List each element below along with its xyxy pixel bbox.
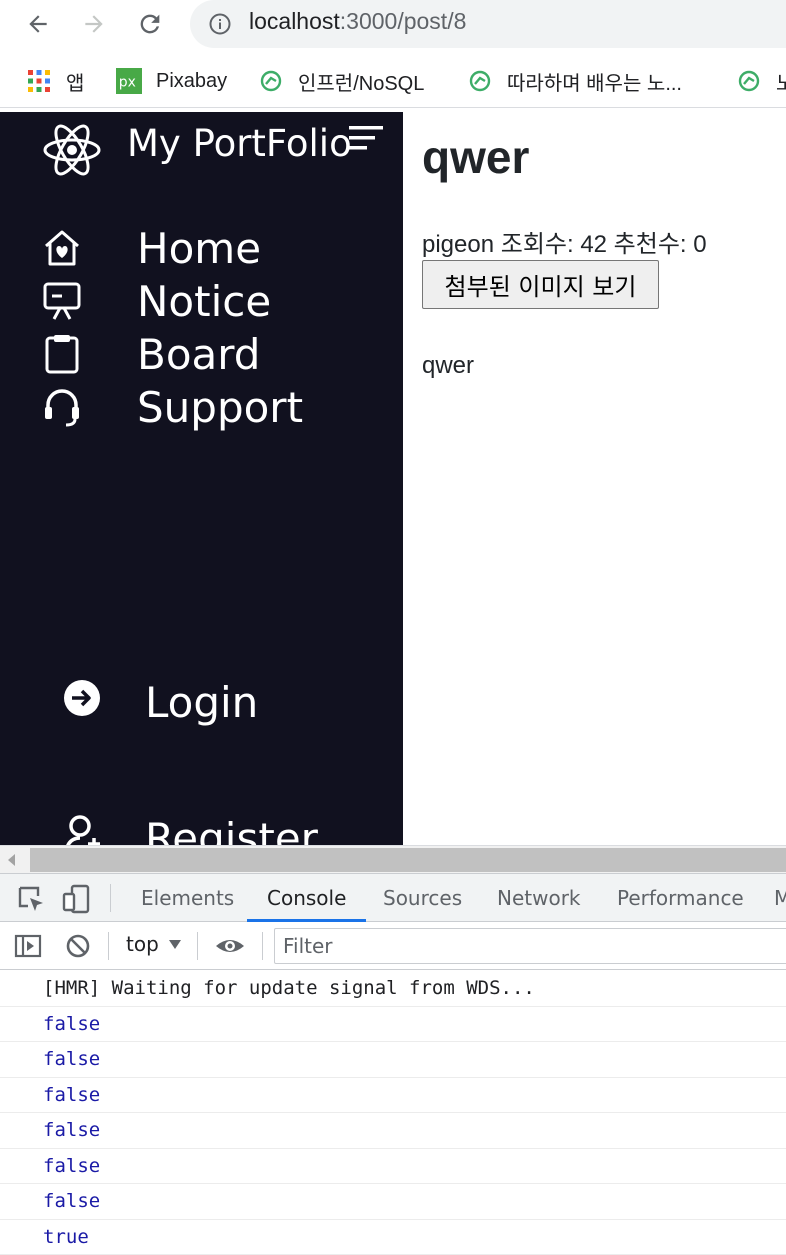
bookmark-inflearn-nosql[interactable]: 인프런/NoSQL — [258, 66, 424, 96]
devtools-tabbar: Elements Console Sources Network Perform… — [0, 874, 786, 922]
inflearn-icon — [467, 68, 493, 94]
console-message[interactable]: false — [0, 1007, 786, 1043]
inflearn-icon — [258, 68, 284, 94]
console-message[interactable]: false — [0, 1042, 786, 1078]
browser-toolbar: localhost:3000/post/8 — [0, 0, 786, 50]
bookmark-label: 인프런/NoSQL — [298, 67, 424, 96]
tab-network[interactable]: Network — [497, 874, 581, 922]
scroll-left-arrow[interactable] — [8, 854, 15, 866]
register-link[interactable]: Register — [0, 814, 403, 845]
sidebar: My PortFolio Home Notice — [0, 112, 403, 845]
sign-in-icon — [62, 678, 102, 718]
dropdown-caret-icon — [169, 940, 181, 949]
live-expression-eye-icon[interactable] — [214, 932, 246, 960]
bookmark-label: 앱 — [66, 67, 84, 96]
info-icon[interactable] — [208, 12, 232, 36]
filter-input[interactable] — [283, 933, 783, 959]
headset-icon — [42, 387, 82, 427]
sidebar-item-label: Home — [137, 224, 261, 273]
device-toolbar-icon[interactable] — [62, 884, 92, 914]
sidebar-item-notice[interactable]: Notice — [0, 277, 403, 327]
toolbar-divider — [197, 932, 198, 960]
tab-console[interactable]: Console — [247, 874, 366, 922]
show-sidebar-icon[interactable] — [14, 932, 42, 960]
presentation-board-icon — [42, 281, 82, 321]
toolbar-divider — [262, 932, 263, 960]
back-button[interactable] — [20, 6, 56, 42]
post-title: qwer — [422, 130, 529, 184]
register-label: Register — [145, 814, 318, 845]
reload-button[interactable] — [132, 6, 168, 42]
console-message[interactable]: false — [0, 1078, 786, 1114]
horizontal-scrollbar[interactable] — [0, 845, 786, 873]
context-value: top — [126, 932, 159, 956]
tab-elements[interactable]: Elements — [141, 874, 234, 922]
inspect-element-icon[interactable] — [16, 884, 46, 914]
toolbar-divider — [110, 884, 111, 912]
tab-sources[interactable]: Sources — [383, 874, 462, 922]
toolbar-divider — [108, 932, 109, 960]
sidebar-item-home[interactable]: Home — [0, 224, 403, 274]
brand-title[interactable]: My PortFolio — [127, 122, 352, 165]
view-attached-image-button[interactable]: 첨부된 이미지 보기 — [422, 260, 659, 309]
post-detail: qwer pigeon 조회수: 42 추천수: 0 첨부된 이미지 보기 qw… — [403, 112, 786, 845]
clipboard-icon — [42, 334, 82, 374]
sidebar-item-label: Board — [137, 330, 260, 379]
bookmark-apps[interactable]: 앱 — [26, 66, 84, 96]
sidebar-item-label: Support — [137, 383, 303, 432]
context-selector[interactable]: top — [126, 932, 181, 956]
post-body: qwer — [422, 352, 474, 380]
console-filter[interactable] — [274, 928, 786, 964]
console-message[interactable]: false — [0, 1149, 786, 1185]
login-label: Login — [145, 678, 258, 727]
svg-text:px: px — [119, 75, 136, 91]
post-meta: pigeon 조회수: 42 추천수: 0 — [422, 224, 707, 259]
bookmark-course[interactable]: 따라하며 배우는 노... — [467, 66, 682, 96]
bookmark-label: 따라하며 배우는 노... — [507, 67, 682, 96]
sidebar-item-label: Notice — [137, 277, 271, 326]
tab-performance[interactable]: Performance — [617, 874, 744, 922]
bookmark-label: 노 — [776, 67, 786, 96]
home-heart-icon — [42, 228, 82, 268]
apps-grid-icon — [26, 68, 52, 94]
bookmarks-bar: 앱 px Pixabay 인프런/NoSQL 따라하며 배우는 노... 노 — [0, 54, 786, 108]
bookmark-pixabay[interactable]: px Pixabay — [116, 66, 227, 96]
address-bar[interactable]: localhost:3000/post/8 — [190, 0, 786, 48]
react-atom-icon — [42, 120, 102, 180]
console-message[interactable]: [HMR] Waiting for update signal from WDS… — [0, 971, 786, 1007]
arrow-right-icon — [81, 11, 107, 37]
menu-toggle-icon[interactable] — [349, 124, 385, 154]
url-host: localhost — [249, 8, 340, 34]
console-log-list: [HMR] Waiting for update signal from WDS… — [0, 971, 786, 1255]
console-message[interactable]: true — [0, 1220, 786, 1255]
bookmark-partial[interactable]: 노 — [736, 66, 786, 96]
url-text[interactable]: localhost:3000/post/8 — [249, 8, 466, 35]
clear-console-icon[interactable] — [64, 932, 92, 960]
tab-overflow[interactable]: M — [774, 874, 786, 922]
url-path: :3000/post/8 — [340, 8, 467, 34]
scrollbar-thumb[interactable] — [30, 848, 786, 872]
reload-icon — [136, 10, 164, 38]
console-message[interactable]: false — [0, 1113, 786, 1149]
console-message[interactable]: false — [0, 1184, 786, 1220]
bookmark-label: Pixabay — [156, 70, 227, 93]
forward-button[interactable] — [76, 6, 112, 42]
pixabay-icon: px — [116, 68, 142, 94]
sidebar-item-board[interactable]: Board — [0, 330, 403, 380]
devtools-panel: Elements Console Sources Network Perform… — [0, 873, 786, 1253]
login-link[interactable]: Login — [0, 678, 403, 738]
inflearn-icon — [736, 68, 762, 94]
page-viewport: My PortFolio Home Notice — [0, 112, 786, 845]
user-plus-icon — [62, 814, 102, 845]
console-toolbar: top — [0, 922, 786, 970]
sidebar-item-support[interactable]: Support — [0, 383, 403, 433]
arrow-left-icon — [25, 11, 51, 37]
